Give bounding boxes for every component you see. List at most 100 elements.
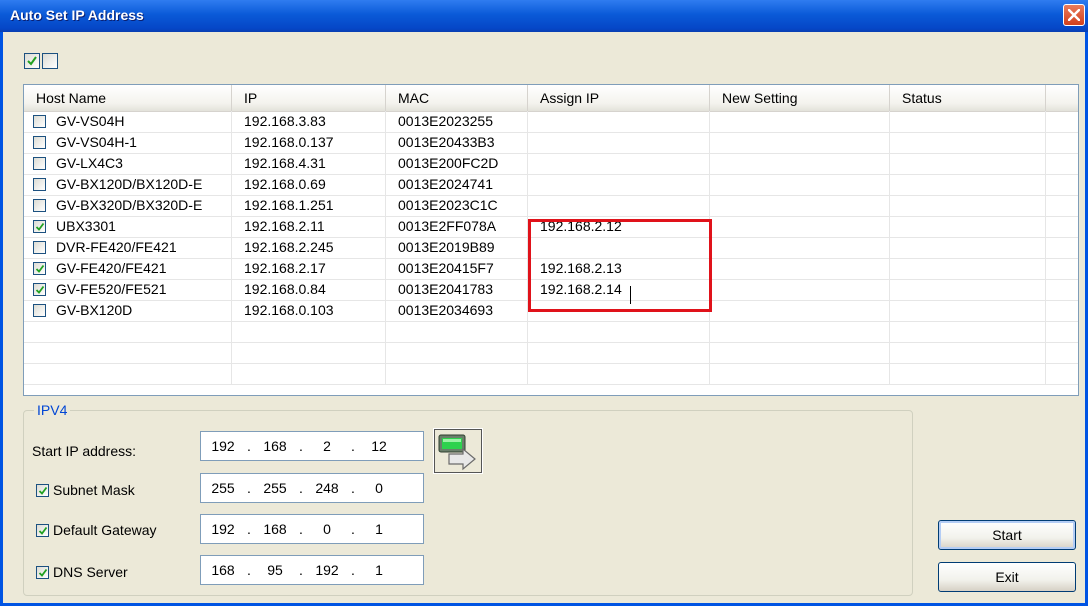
default-gateway-checkbox[interactable]	[36, 524, 49, 537]
start-button[interactable]: Start	[938, 520, 1076, 550]
title-bar[interactable]: Auto Set IP Address	[0, 0, 1088, 32]
row-checkbox[interactable]	[33, 199, 46, 212]
close-button[interactable]	[1063, 4, 1085, 26]
row-checkbox[interactable]	[33, 178, 46, 191]
new-setting-cell	[710, 153, 890, 174]
host-name-cell: GV-VS04H	[24, 111, 232, 132]
table-row[interactable]: DVR-FE420/FE421 192.168.2.245 0013E2019B89	[24, 237, 1078, 259]
filler-cell	[1046, 342, 1078, 363]
table-row[interactable]: GV-BX120D 192.168.0.103 0013E2034693	[24, 300, 1078, 322]
column-header-assign-ip[interactable]: Assign IP	[528, 85, 710, 111]
subnet-mask-field[interactable]: 255. 255. 248. 0	[200, 473, 424, 503]
table-row[interactable]: GV-LX4C3 192.168.4.31 0013E200FC2D	[24, 153, 1078, 175]
assign-ip-cell	[528, 363, 710, 384]
row-checkbox[interactable]	[33, 115, 46, 128]
host-name-cell: GV-LX4C3	[24, 153, 232, 174]
ip-octet[interactable]: 168	[205, 562, 241, 578]
assign-ip-cell	[528, 321, 710, 342]
ip-octet[interactable]: 255	[257, 480, 293, 496]
filler-cell	[1046, 321, 1078, 342]
ipv4-legend: IPV4	[34, 402, 71, 418]
new-setting-cell	[710, 174, 890, 195]
empty-row	[24, 321, 1078, 343]
default-gateway-field[interactable]: 192. 168. 0. 1	[200, 514, 424, 544]
select-all-checkbox[interactable]	[24, 53, 40, 69]
assign-ip-cell[interactable]	[528, 174, 710, 195]
ip-octet[interactable]: 0	[361, 480, 397, 496]
close-icon	[1068, 9, 1080, 21]
table-row[interactable]: GV-VS04H 192.168.3.83 0013E2023255	[24, 111, 1078, 133]
dns-server-checkbox[interactable]	[36, 566, 49, 579]
ip-cell: 192.168.0.84	[232, 279, 386, 300]
table-row[interactable]: GV-FE420/FE421 192.168.2.17 0013E20415F7 19…	[24, 258, 1078, 280]
ip-octet[interactable]: 168	[257, 438, 293, 454]
text-caret	[630, 286, 631, 304]
table-row[interactable]: UBX3301 192.168.2.11 0013E2FF078A 192.168.2…	[24, 216, 1078, 238]
mac-cell	[386, 342, 528, 363]
dns-server-field[interactable]: 168. 95. 192. 1	[200, 555, 424, 585]
status-cell	[890, 321, 1046, 342]
ip-octet[interactable]: 192	[205, 438, 241, 454]
ip-octet[interactable]: 192	[309, 562, 345, 578]
table-row[interactable]: GV-BX320D/BX320D-E 192.168.1.251 0013E2023…	[24, 195, 1078, 217]
ip-octet[interactable]: 0	[309, 521, 345, 537]
column-header-status[interactable]: Status	[890, 85, 1046, 111]
checkmark-icon	[38, 526, 48, 535]
ip-octet[interactable]: 1	[361, 521, 397, 537]
exit-button[interactable]: Exit	[938, 562, 1076, 592]
table-row[interactable]: GV-FE520/FE521 192.168.0.84 0013E2041783 19…	[24, 279, 1078, 301]
filler-cell	[1046, 153, 1078, 174]
assign-ip-cell[interactable]	[528, 300, 710, 321]
assign-ip-cell[interactable]: 192.168.2.13	[528, 258, 710, 279]
filler-cell	[1046, 174, 1078, 195]
ip-octet[interactable]: 12	[361, 438, 397, 454]
row-checkbox[interactable]	[33, 304, 46, 317]
status-cell	[890, 195, 1046, 216]
empty-row	[24, 363, 1078, 385]
ip-octet[interactable]: 248	[309, 480, 345, 496]
ip-octet[interactable]: 1	[361, 562, 397, 578]
assign-ip-cell[interactable]	[528, 132, 710, 153]
column-header-host-name[interactable]: Host Name	[24, 85, 232, 111]
assign-ip-cell[interactable]	[528, 111, 710, 132]
start-ip-field[interactable]: 192. 168. 2. 12	[200, 431, 424, 461]
checkmark-icon	[38, 568, 48, 577]
table-row[interactable]: GV-VS04H-1 192.168.0.137 0013E20433B3	[24, 132, 1078, 154]
filler-cell	[1046, 195, 1078, 216]
new-setting-cell	[710, 321, 890, 342]
assign-ip-cell[interactable]	[528, 237, 710, 258]
select-none-checkbox[interactable]	[42, 53, 58, 69]
column-header-ip[interactable]: IP	[232, 85, 386, 111]
host-list[interactable]: Host Name IP MAC Assign IP New Setting S…	[23, 84, 1079, 396]
column-header-new-setting[interactable]: New Setting	[710, 85, 890, 111]
ip-octet[interactable]: 2	[309, 438, 345, 454]
column-header-mac[interactable]: MAC	[386, 85, 528, 111]
row-checkbox[interactable]	[33, 220, 46, 233]
subnet-mask-checkbox[interactable]	[36, 484, 49, 497]
host-name-cell: DVR-FE420/FE421	[24, 237, 232, 258]
octet-separator: .	[351, 438, 355, 454]
row-checkbox[interactable]	[33, 262, 46, 275]
mac-cell: 0013E2024741	[386, 174, 528, 195]
assign-ip-cell[interactable]	[528, 153, 710, 174]
default-gateway-label: Default Gateway	[53, 522, 157, 538]
apply-ip-button[interactable]	[433, 428, 483, 474]
host-name-cell	[24, 321, 232, 342]
checkmark-icon	[38, 486, 48, 495]
new-setting-cell	[710, 300, 890, 321]
row-checkbox[interactable]	[33, 241, 46, 254]
assign-ip-cell[interactable]: 192.168.2.12	[528, 216, 710, 237]
ip-octet[interactable]: 168	[257, 521, 293, 537]
row-checkbox[interactable]	[33, 136, 46, 149]
ip-octet[interactable]: 192	[205, 521, 241, 537]
ip-octet[interactable]: 95	[257, 562, 293, 578]
row-checkbox[interactable]	[33, 283, 46, 296]
new-setting-cell	[710, 279, 890, 300]
assign-ip-cell[interactable]: 192.168.2.14	[528, 279, 710, 300]
table-row[interactable]: GV-BX120D/BX120D-E 192.168.0.69 0013E20247…	[24, 174, 1078, 196]
assign-ip-cell[interactable]	[528, 195, 710, 216]
ip-octet[interactable]: 255	[205, 480, 241, 496]
new-setting-cell	[710, 111, 890, 132]
checkmark-icon	[35, 264, 45, 273]
row-checkbox[interactable]	[33, 157, 46, 170]
